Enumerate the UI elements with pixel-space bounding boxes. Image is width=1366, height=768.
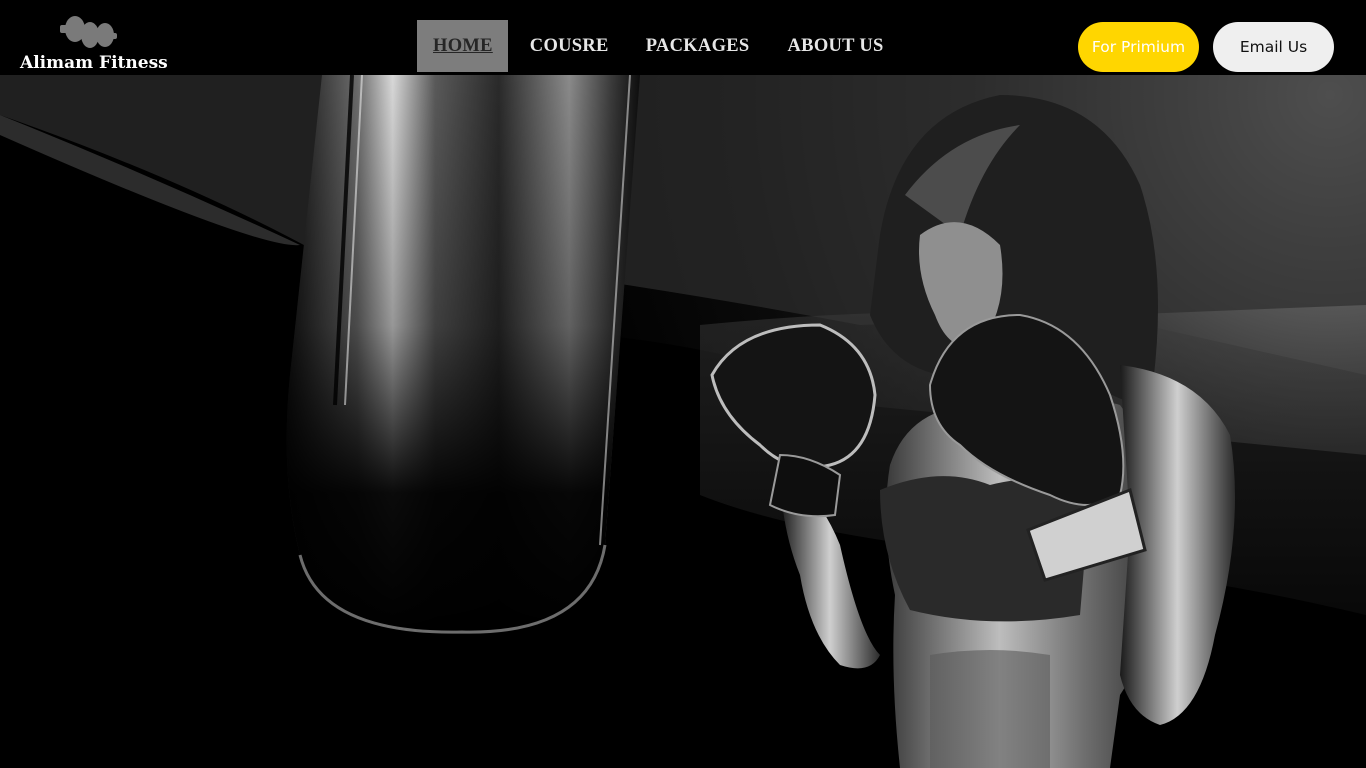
hero-image (0, 75, 1366, 768)
top-navbar: Alimam Fitness HOME COUSRE PACKAGES ABOU… (0, 0, 1366, 75)
hero-banner (0, 75, 1366, 768)
nav-course[interactable]: COUSRE (530, 20, 609, 72)
nav-home[interactable]: HOME (417, 20, 508, 72)
dumbbell-icon (60, 16, 117, 48)
nav-about-us[interactable]: ABOUT US (788, 20, 884, 72)
brand-logo[interactable]: Alimam Fitness (20, 8, 168, 74)
premium-button[interactable]: For Primium (1078, 22, 1199, 72)
email-us-button[interactable]: Email Us (1213, 22, 1334, 72)
nav-packages[interactable]: PACKAGES (646, 20, 750, 72)
main-navigation: HOME COUSRE PACKAGES ABOUT US (417, 20, 884, 72)
brand-name: Alimam Fitness (20, 53, 168, 73)
punching-bag (286, 75, 640, 634)
